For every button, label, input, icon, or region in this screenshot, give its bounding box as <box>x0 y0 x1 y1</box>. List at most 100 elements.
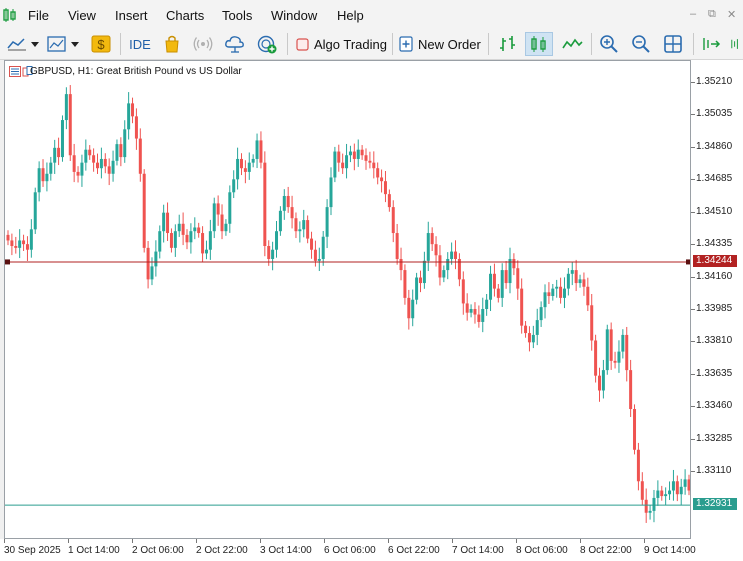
algo-trading-label: Algo Trading <box>314 36 387 52</box>
candle <box>574 259 578 292</box>
chart-title: GBPUSD, H1: Great British Pound vs US Do… <box>30 66 242 77</box>
candle <box>259 131 263 169</box>
candle <box>609 322 613 370</box>
time-axis-label: 7 Oct 14:00 <box>452 545 504 556</box>
candle <box>668 481 672 500</box>
toolbar-separator <box>693 33 694 55</box>
candle <box>496 283 500 303</box>
candle <box>648 505 652 520</box>
bar-chart-button[interactable] <box>495 32 521 56</box>
candle <box>282 189 286 220</box>
candle <box>321 231 325 266</box>
candle <box>457 253 461 287</box>
candle <box>37 161 41 202</box>
candle <box>99 147 103 179</box>
candle <box>197 222 201 238</box>
one-click-trading-icon <box>9 66 21 77</box>
toolbar-separator <box>591 33 592 55</box>
close-button[interactable]: ✕ <box>727 8 736 21</box>
menu-help[interactable]: Help <box>337 8 364 23</box>
ide-button[interactable]: IDE <box>127 32 153 56</box>
chart-type-dropdown-button[interactable] <box>46 32 82 56</box>
scroll-chart-button[interactable] <box>699 32 723 56</box>
candle <box>383 170 387 203</box>
algo-trading-button[interactable]: Algo Trading <box>296 32 387 56</box>
candle <box>368 151 372 169</box>
menu-window[interactable]: Window <box>271 8 317 23</box>
time-tick <box>580 539 581 543</box>
time-axis-label: 2 Oct 22:00 <box>196 545 248 556</box>
menu-view[interactable]: View <box>68 8 96 23</box>
candle <box>422 251 426 289</box>
candle <box>251 154 255 168</box>
chart-shift-icon <box>703 38 721 50</box>
candle <box>193 217 197 240</box>
candlestick-chart-button[interactable] <box>525 32 553 56</box>
candle <box>127 92 131 140</box>
candle <box>438 245 442 286</box>
candle <box>473 302 477 324</box>
candle <box>131 97 135 124</box>
restore-button[interactable]: ⧉ <box>708 8 716 21</box>
candle <box>625 326 629 382</box>
candle <box>290 195 294 229</box>
candle <box>337 144 341 172</box>
candle <box>454 240 458 270</box>
menu-file[interactable]: File <box>28 8 49 23</box>
line-chart-button[interactable] <box>559 32 585 56</box>
time-scale[interactable]: 30 Sep 2025 1 Oct 14:00 2 Oct 06:00 2 Oct 2… <box>0 539 743 561</box>
candle <box>520 278 524 334</box>
signal-broadcast-icon <box>193 37 213 51</box>
candle <box>345 143 349 179</box>
candle <box>333 146 337 183</box>
candle <box>60 115 64 162</box>
candle <box>103 153 107 174</box>
toolbar-separator <box>392 33 393 55</box>
candle <box>481 297 485 333</box>
price-tick <box>691 82 695 83</box>
autoscroll-button[interactable] <box>729 32 743 56</box>
shopping-bag-button[interactable] <box>161 32 183 56</box>
vps-button[interactable] <box>224 32 246 56</box>
candle <box>403 264 407 305</box>
market-button[interactable]: $ <box>90 32 112 56</box>
bid-line-left-marker <box>5 259 10 265</box>
price-scale[interactable]: 1.34244 1.32931 1.35210 1.35035 1.34860 1.3… <box>691 60 743 539</box>
candle <box>177 214 181 237</box>
candle <box>166 202 170 242</box>
candle <box>45 162 49 192</box>
menu-tools[interactable]: Tools <box>222 8 252 23</box>
app-logo-icon <box>3 8 16 22</box>
minimize-button[interactable]: – <box>690 8 696 20</box>
candle <box>399 247 403 281</box>
candle <box>317 247 321 272</box>
candle <box>271 241 275 271</box>
candlestick-chart <box>5 85 690 523</box>
candle <box>360 145 364 160</box>
candle <box>660 485 664 501</box>
signals-button[interactable] <box>192 32 214 56</box>
indicators-dropdown-button[interactable] <box>6 32 42 56</box>
candle <box>407 289 411 330</box>
candle <box>228 185 232 233</box>
chart-area[interactable]: GBPUSD, H1: Great British Pound vs US Do… <box>4 60 691 539</box>
zoom-out-button[interactable] <box>629 32 653 56</box>
candle <box>450 242 454 265</box>
menu-insert[interactable]: Insert <box>115 8 148 23</box>
candle <box>134 108 138 150</box>
candle <box>527 326 531 352</box>
zoom-in-button[interactable] <box>597 32 621 56</box>
candle <box>656 480 660 506</box>
candle <box>644 488 648 523</box>
bar-chart-icon <box>500 36 515 51</box>
community-button[interactable] <box>256 32 278 56</box>
time-axis-label: 9 Oct 14:00 <box>644 545 696 556</box>
price-axis-label: 1.35210 <box>696 76 733 87</box>
menu-charts[interactable]: Charts <box>166 8 204 23</box>
candle <box>391 200 395 243</box>
new-order-button[interactable]: New Order <box>399 32 481 56</box>
candle <box>461 271 465 315</box>
candle <box>633 404 637 455</box>
candle <box>84 139 88 171</box>
tile-windows-button[interactable] <box>661 32 685 56</box>
